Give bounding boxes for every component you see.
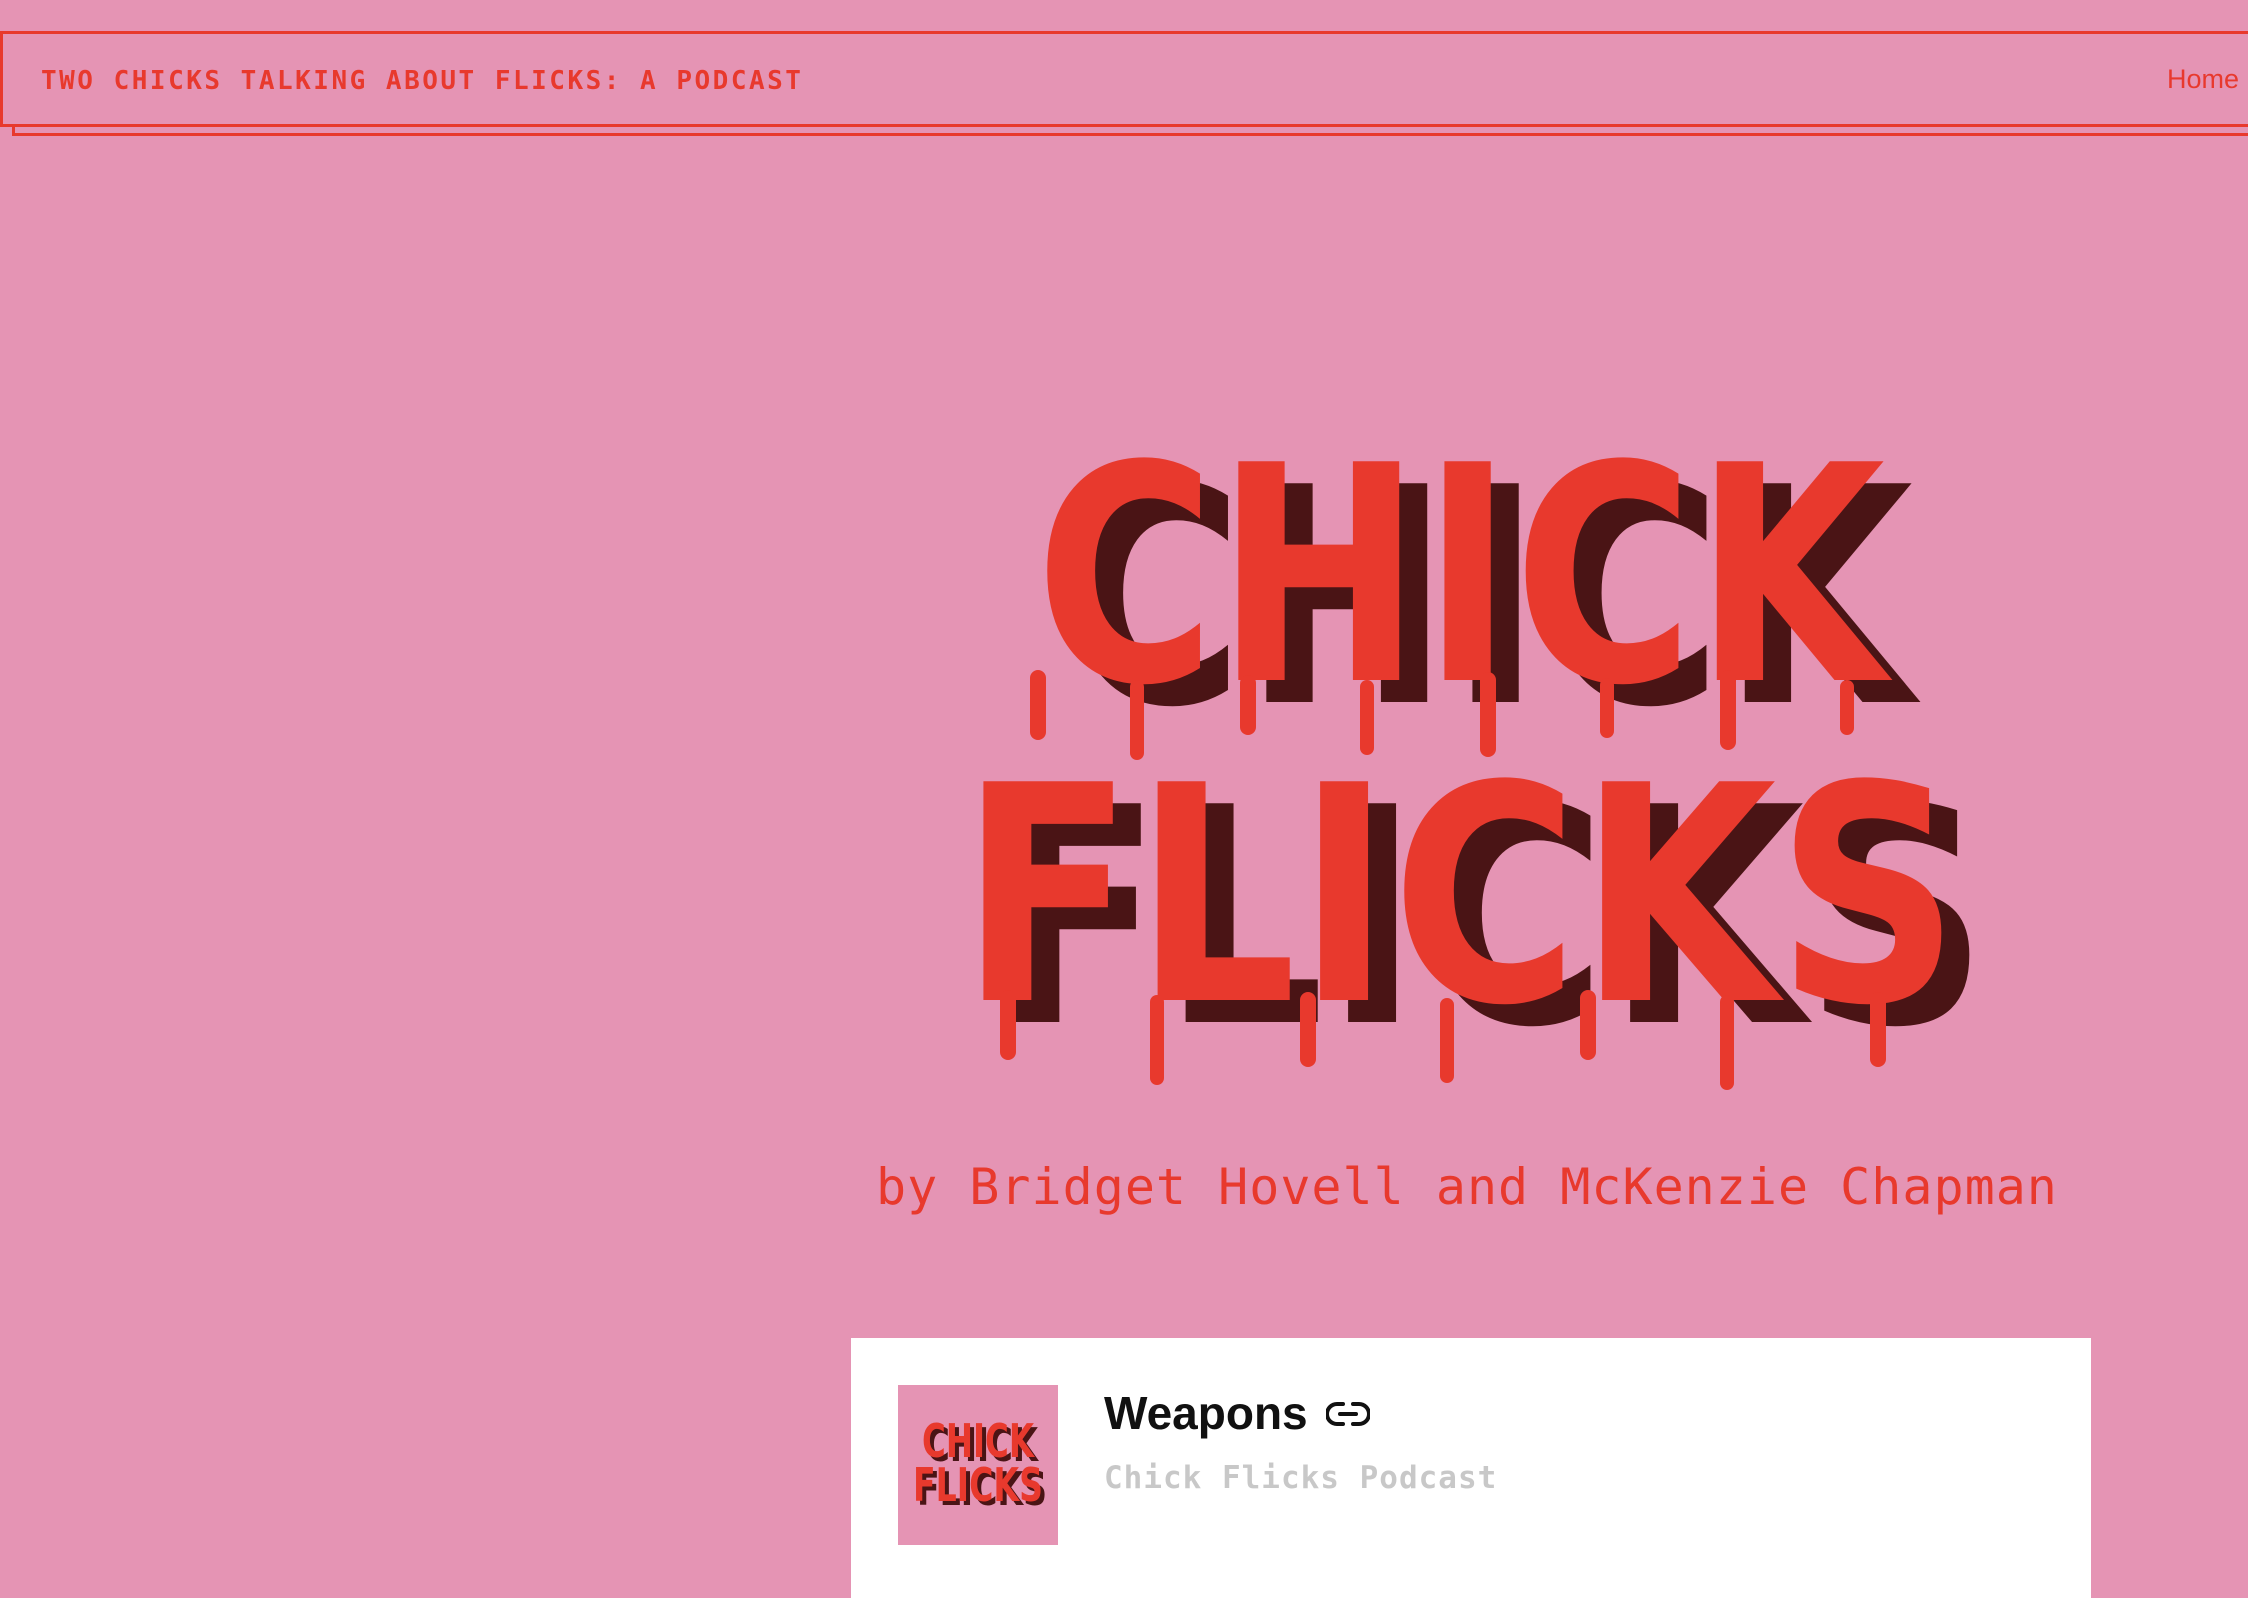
site-header: TWO CHICKS TALKING ABOUT FLICKS: A PODCA… — [0, 31, 2248, 127]
nav-home-link[interactable]: Home — [2167, 64, 2239, 95]
chick-flicks-logo: CHICK CHICK FLICKS FLICKS — [940, 380, 1988, 1100]
episode-card[interactable]: CHICK CHICK FLICKS FLICKS Weapons Chick … — [851, 1338, 2091, 1598]
logo-line2: FLICKS — [960, 722, 1960, 1071]
site-title[interactable]: TWO CHICKS TALKING ABOUT FLICKS: A PODCA… — [41, 66, 803, 96]
logo-line1: CHICK — [1035, 402, 1894, 751]
show-name: Chick Flicks Podcast — [1104, 1460, 1498, 1496]
hosts-byline: by Bridget Hovell and McKenzie Chapman — [876, 1158, 2058, 1216]
thumb-line2: FLICKS — [913, 1458, 1043, 1512]
episode-title[interactable]: Weapons — [1104, 1386, 1308, 1440]
episode-thumbnail[interactable]: CHICK CHICK FLICKS FLICKS — [898, 1385, 1058, 1545]
link-icon[interactable] — [1326, 1399, 1370, 1429]
